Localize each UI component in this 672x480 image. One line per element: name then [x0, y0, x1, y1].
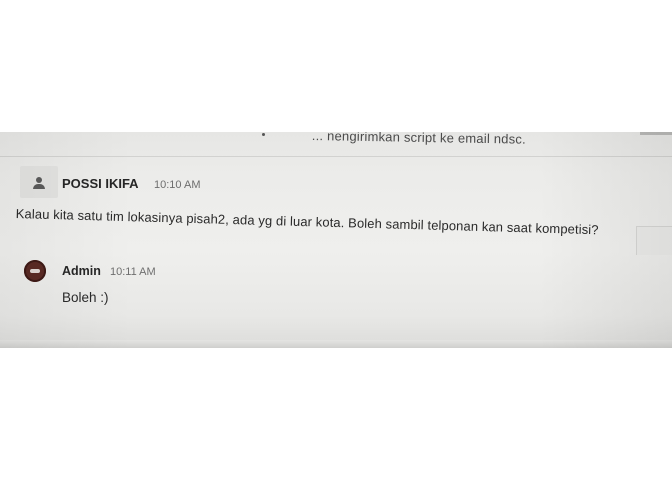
bullet-dot	[262, 133, 265, 136]
avatar-head	[36, 177, 42, 183]
message-divider	[0, 156, 672, 157]
chat-panel: ... nengirimkan script ke email ndsc. PO…	[0, 132, 672, 348]
sender-name[interactable]: POSSI IKIFA	[62, 176, 139, 191]
bottom-edge	[0, 340, 672, 348]
screenshot-canvas: ... nengirimkan script ke email ndsc. PO…	[0, 0, 672, 480]
reply-area[interactable]	[636, 226, 672, 255]
message-text: Boleh :)	[62, 290, 109, 305]
sender-name[interactable]: Admin	[62, 264, 101, 278]
message-timestamp: 10:11 AM	[110, 266, 156, 278]
avatar-body	[33, 184, 45, 189]
admin-avatar-icon[interactable]	[24, 260, 46, 282]
previous-message-text: ... nengirimkan script ke email ndsc.	[311, 132, 527, 147]
person-placeholder-icon[interactable]	[20, 166, 58, 198]
previous-message-overflow	[640, 132, 672, 135]
avatar-mark	[30, 269, 40, 273]
message-text: Kalau kita satu tim lokasinya pisah2, ad…	[15, 206, 599, 238]
message-timestamp: 10:10 AM	[154, 179, 201, 191]
